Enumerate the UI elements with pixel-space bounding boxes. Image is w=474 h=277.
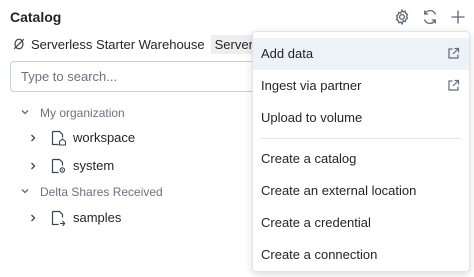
menu-divider	[261, 138, 461, 139]
panel-title: Catalog	[10, 9, 62, 25]
tree-item-label: samples	[73, 210, 122, 225]
menu-item-label: Ingest via partner	[261, 78, 362, 93]
tree-section-label: Delta Shares Received	[40, 185, 163, 199]
catalog-panel: Catalog Serverless Starter Warehouse Ser…	[0, 0, 474, 277]
warehouse-name: Serverless Starter Warehouse	[31, 36, 205, 52]
menu-item-add-data[interactable]: Add data	[253, 38, 469, 70]
menu-item-upload-to-volume[interactable]: Upload to volume	[253, 102, 469, 134]
external-link-icon	[448, 47, 460, 59]
menu-item-label: Create a catalog	[261, 151, 357, 166]
menu-item-label: Upload to volume	[261, 110, 363, 125]
catalog-home-icon	[51, 130, 66, 146]
tree-section-my-organization[interactable]: My organization	[0, 102, 260, 124]
menu-item-label: Create an external location	[261, 183, 417, 198]
menu-item-label: Create a credential	[261, 215, 371, 230]
menu-item-create-credential[interactable]: Create a credential	[253, 207, 469, 239]
tree-item-label: system	[73, 158, 115, 173]
external-link-icon	[448, 79, 460, 91]
chevron-down-icon	[21, 110, 29, 115]
tree-item-samples[interactable]: samples	[0, 205, 260, 231]
menu-item-label: Add data	[261, 46, 314, 61]
tree-item-workspace[interactable]: workspace	[0, 125, 260, 151]
menu-item-label: Create a connection	[261, 247, 378, 262]
catalog-share-icon	[51, 210, 66, 226]
add-menu: Add data Ingest via partner Upload to vo…	[252, 31, 470, 272]
refresh-icon[interactable]	[419, 6, 441, 28]
tree-item-system[interactable]: system	[0, 153, 260, 179]
menu-item-create-connection[interactable]: Create a connection	[253, 239, 469, 271]
tree-section-delta-shares[interactable]: Delta Shares Received	[0, 181, 260, 203]
warehouse-off-icon	[12, 37, 26, 51]
chevron-down-icon	[21, 189, 29, 194]
chevron-right-icon	[31, 134, 36, 142]
chevron-right-icon	[31, 162, 36, 170]
chevron-right-icon	[31, 214, 36, 222]
catalog-gear-icon	[51, 158, 66, 174]
plus-icon[interactable]	[447, 6, 469, 28]
panel-header: Catalog	[0, 0, 474, 34]
menu-item-create-external-location[interactable]: Create an external location	[253, 175, 469, 207]
tree-item-label: workspace	[73, 130, 136, 145]
gear-icon[interactable]	[391, 6, 413, 28]
menu-item-create-catalog[interactable]: Create a catalog	[253, 143, 469, 175]
menu-item-ingest-via-partner[interactable]: Ingest via partner	[253, 70, 469, 102]
tree-section-label: My organization	[40, 106, 125, 120]
